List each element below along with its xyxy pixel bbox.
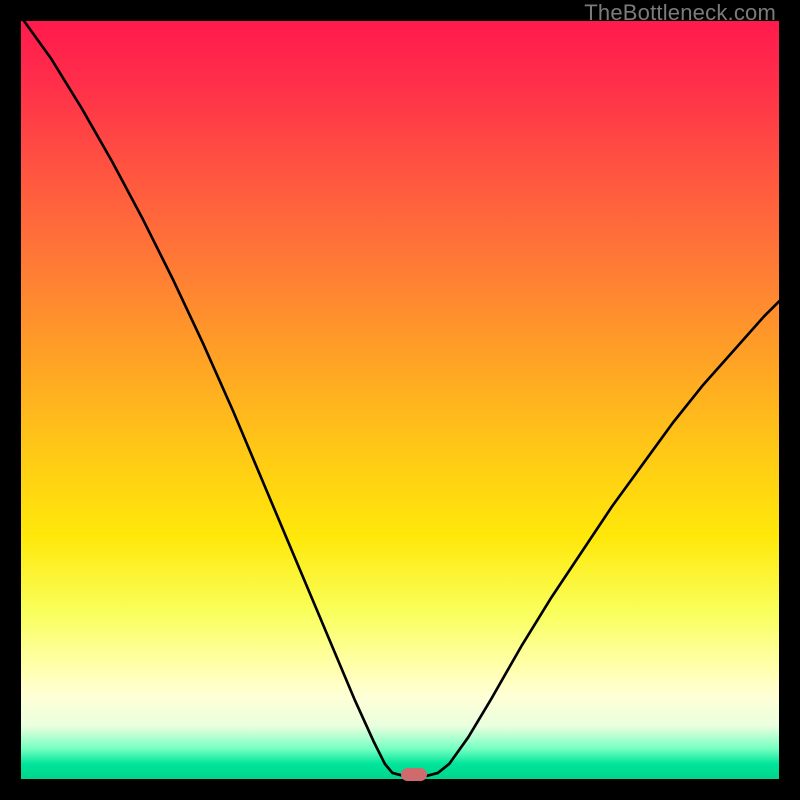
plot-area	[21, 21, 779, 779]
bottleneck-curve	[21, 21, 779, 779]
chart-frame: TheBottleneck.com	[0, 0, 800, 800]
attribution-text: TheBottleneck.com	[584, 0, 776, 26]
optimal-point-marker	[401, 768, 427, 781]
